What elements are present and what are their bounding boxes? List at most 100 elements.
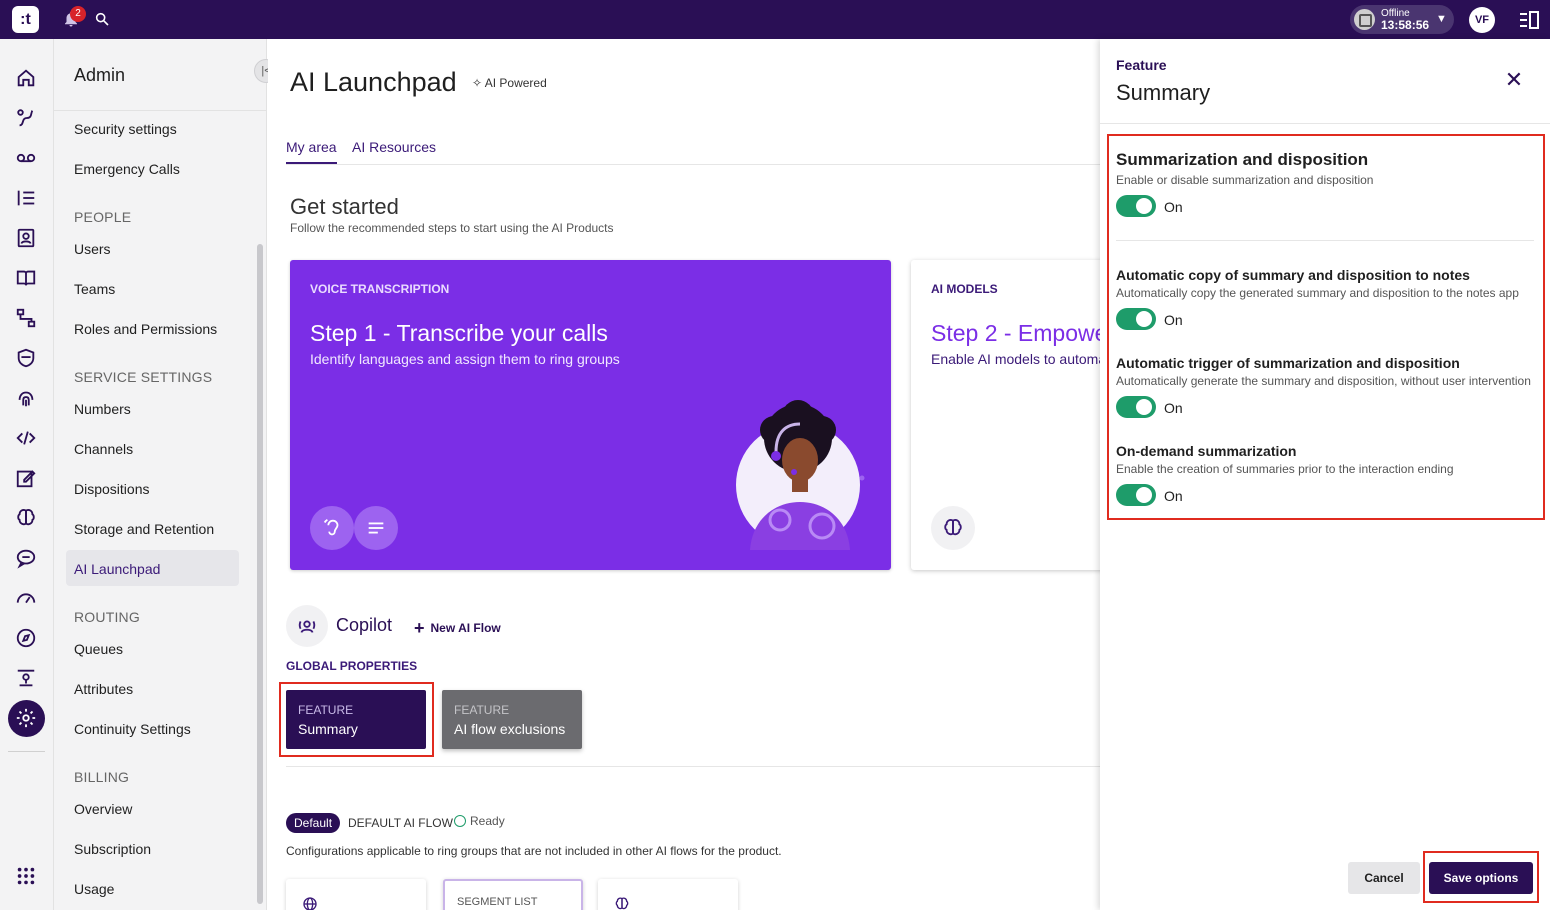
get-started-subtitle: Follow the recommended steps to start us… — [290, 221, 614, 235]
check-circle-icon — [454, 815, 466, 827]
ready-status: Ready — [454, 814, 505, 828]
hierarchy-icon[interactable] — [15, 667, 37, 689]
new-ai-flow-button[interactable]: + New AI Flow — [414, 618, 501, 639]
ai-powered-badge: ✧ AI Powered — [472, 76, 547, 90]
apps-grid-icon[interactable] — [15, 865, 37, 887]
code-icon[interactable] — [15, 427, 37, 449]
plus-icon: + — [414, 618, 425, 638]
ai-powered-label: AI Powered — [484, 76, 547, 90]
brain-icon[interactable] — [931, 506, 975, 550]
new-ai-flow-label: New AI Flow — [430, 621, 501, 635]
top-bar: :t 2 Offline 13:58:56 ▼ VF — [0, 0, 1550, 39]
feature-title: AI flow exclusions — [454, 721, 566, 737]
page-title: AI Launchpad — [290, 67, 457, 97]
side-panel-icon[interactable] — [1519, 11, 1539, 29]
close-icon[interactable]: ✕ — [1504, 69, 1524, 91]
panel-divider — [1100, 123, 1550, 124]
globe-icon — [303, 897, 317, 910]
home-icon[interactable] — [15, 67, 37, 89]
card-title: Step 1 - Transcribe your calls — [310, 320, 608, 346]
global-properties-label: GLOBAL PROPERTIES — [286, 659, 418, 673]
card-kicker: AI MODELS — [931, 282, 998, 296]
nav-section-routing: ROUTING — [74, 609, 140, 625]
segment-list-label: SEGMENT LIST — [457, 896, 538, 908]
default-chip: Default — [286, 813, 341, 833]
nav-item-overview[interactable]: Overview — [74, 801, 132, 817]
nav-scrollbar[interactable] — [257, 244, 263, 904]
agent-illustration — [736, 400, 865, 550]
ready-label: Ready — [470, 814, 505, 828]
nav-item-channels[interactable]: Channels — [74, 441, 133, 457]
chevron-down-icon: ▼ — [1436, 13, 1447, 25]
contacts-icon[interactable] — [15, 227, 37, 249]
voice-transcription-card[interactable]: VOICE TRANSCRIPTION Step 1 - Transcribe … — [290, 260, 891, 570]
shield-icon[interactable] — [15, 347, 37, 369]
status-icon — [1354, 9, 1375, 30]
status-selector[interactable]: Offline 13:58:56 ▼ — [1350, 5, 1454, 34]
nav-item-teams[interactable]: Teams — [74, 281, 115, 297]
nav-section-billing: BILLING — [74, 769, 130, 785]
edit-icon[interactable] — [15, 467, 37, 489]
nav-item-usage[interactable]: Usage — [74, 881, 114, 897]
sparkle-icon: ✧ — [472, 76, 485, 90]
nav-item-roles-and-permissions[interactable]: Roles and Permissions — [74, 321, 217, 337]
card-subtitle: Enable AI models to automa — [931, 351, 1107, 367]
nav-item-continuity-settings[interactable]: Continuity Settings — [74, 721, 191, 737]
nav-item-ai-launchpad[interactable]: AI Launchpad — [74, 561, 160, 577]
gear-icon[interactable] — [15, 707, 37, 729]
highlight-box — [279, 682, 434, 757]
status-time: 13:58:56 — [1381, 18, 1430, 32]
nav-item-numbers[interactable]: Numbers — [74, 401, 131, 417]
panel-title: Summary — [1116, 80, 1211, 105]
main-content: AI Launchpad ✧ AI Powered My area AI Res… — [268, 39, 1111, 910]
brain-card[interactable] — [598, 879, 738, 910]
nav-item-storage-and-retention[interactable]: Storage and Retention — [74, 521, 214, 537]
panel-kicker: Feature — [1116, 57, 1167, 73]
segment-list-card[interactable]: SEGMENT LIST — [443, 879, 583, 910]
search-icon[interactable] — [94, 11, 110, 27]
flow-icon[interactable] — [15, 307, 37, 329]
nav-item-emergency-calls[interactable]: Emergency Calls — [74, 161, 180, 177]
admin-nav: Admin |< Security settings Emergency Cal… — [54, 39, 278, 910]
feature-ai-flow-exclusions-tile[interactable]: FEATURE AI flow exclusions — [442, 690, 582, 749]
speedometer-icon[interactable] — [15, 587, 37, 609]
copilot-icon — [286, 605, 328, 647]
nav-item-attributes[interactable]: Attributes — [74, 681, 133, 697]
card-subtitle: Identify languages and assign them to ri… — [310, 351, 620, 367]
card-kicker: VOICE TRANSCRIPTION — [310, 282, 450, 296]
avatar[interactable]: VF — [1469, 7, 1495, 33]
book-icon[interactable] — [15, 267, 37, 289]
icon-rail — [0, 39, 54, 910]
nav-item-subscription[interactable]: Subscription — [74, 841, 151, 857]
cancel-button[interactable]: Cancel — [1348, 862, 1420, 894]
nav-item-dispositions[interactable]: Dispositions — [74, 481, 149, 497]
highlight-box — [1107, 134, 1545, 520]
notification-badge: 2 — [70, 6, 86, 22]
feature-kicker: FEATURE — [454, 703, 510, 717]
ai-models-card[interactable]: AI MODELS Step 2 - Empower Enable AI mod… — [911, 260, 1111, 570]
nav-header: Admin — [54, 39, 266, 111]
text-lines-icon[interactable] — [354, 506, 398, 550]
compass-icon[interactable] — [15, 627, 37, 649]
nav-item-queues[interactable]: Queues — [74, 641, 123, 657]
nav-item-users[interactable]: Users — [74, 241, 111, 257]
hearing-icon[interactable] — [310, 506, 354, 550]
list-icon[interactable] — [15, 187, 37, 209]
tab-bar: My area AI Resources — [286, 139, 1100, 165]
card-title: Step 2 - Empower — [931, 320, 1111, 346]
rail-divider — [8, 751, 45, 752]
tab-ai-resources[interactable]: AI Resources — [352, 139, 436, 162]
route-icon[interactable] — [15, 107, 37, 129]
nav-section-service-settings: SERVICE SETTINGS — [74, 369, 213, 385]
globe-card[interactable] — [286, 879, 426, 910]
feature-summary-panel: Feature Summary ✕ Summarization and disp… — [1100, 39, 1550, 910]
fingerprint-icon[interactable] — [15, 387, 37, 409]
section-divider — [286, 766, 1100, 767]
brain-icon[interactable] — [15, 507, 37, 529]
tab-my-area[interactable]: My area — [286, 139, 337, 164]
chat-icon[interactable] — [15, 547, 37, 569]
default-ai-flow-label: DEFAULT AI FLOW — [348, 816, 453, 830]
app-logo[interactable]: :t — [12, 6, 39, 33]
nav-item-security-settings[interactable]: Security settings — [74, 121, 177, 137]
voicemail-icon[interactable] — [15, 147, 37, 169]
